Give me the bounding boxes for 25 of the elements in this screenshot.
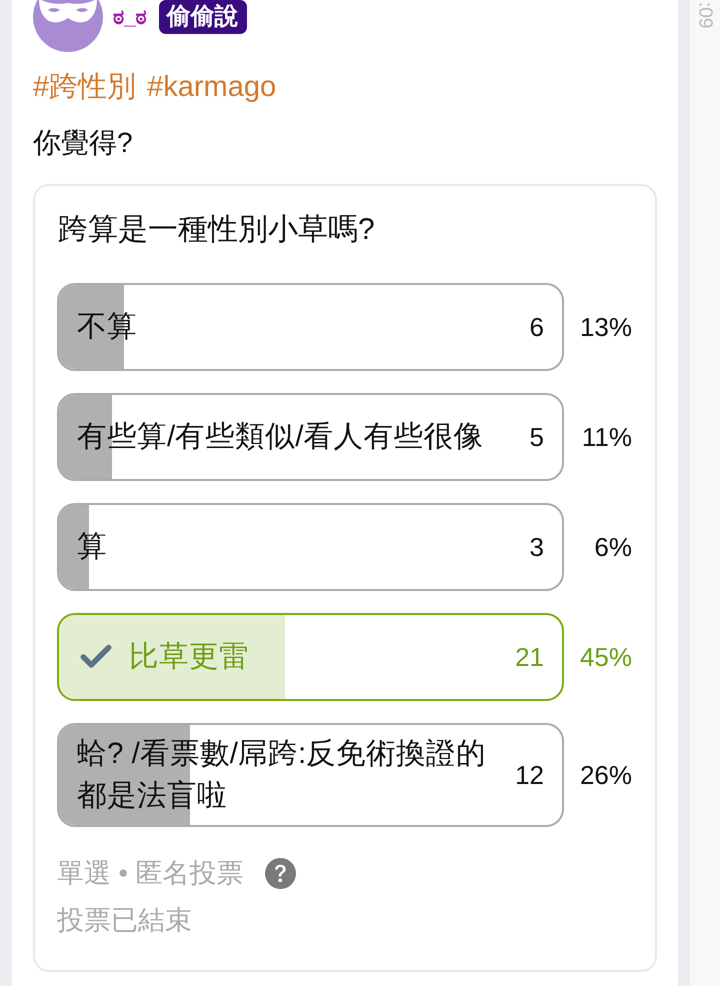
vote-count: 21	[515, 641, 544, 674]
poll-status: 投票已結束	[57, 904, 193, 937]
vote-percent: 26%	[578, 759, 632, 792]
option-label: 算	[77, 529, 108, 565]
option-label: 有些算/有些類似/看人有些很像	[77, 419, 484, 455]
vote-count: 6	[530, 311, 544, 344]
vote-percent: 6%	[593, 531, 632, 564]
option-label: 不算	[77, 309, 138, 345]
timestamp: :09	[696, 2, 714, 28]
vote-count: 5	[530, 421, 544, 454]
hashtag-link[interactable]: #跨性別	[33, 69, 136, 105]
vote-count: 12	[515, 759, 544, 792]
post-text: 你覺得?	[33, 126, 134, 160]
option-label: 比草更雷	[129, 639, 250, 675]
option-label: 蛤? /看票數/屌跨:反免術換證的都是法盲啦	[77, 736, 488, 814]
author-badge: 偷偷說	[158, 0, 247, 34]
vote-percent: 13%	[578, 311, 632, 344]
poll-mode-text: 單選 • 匿名投票	[57, 857, 244, 890]
help-icon[interactable]	[265, 858, 296, 888]
author-name: ಠ_ಠ	[113, 6, 147, 28]
vote-percent: 45%	[578, 641, 632, 674]
poll-question: 跨算是一種性別小草嗎?	[57, 212, 376, 248]
vote-count: 3	[530, 531, 544, 564]
hashtag-link[interactable]: #karmago	[147, 69, 276, 105]
vote-percent: 11%	[580, 421, 632, 454]
